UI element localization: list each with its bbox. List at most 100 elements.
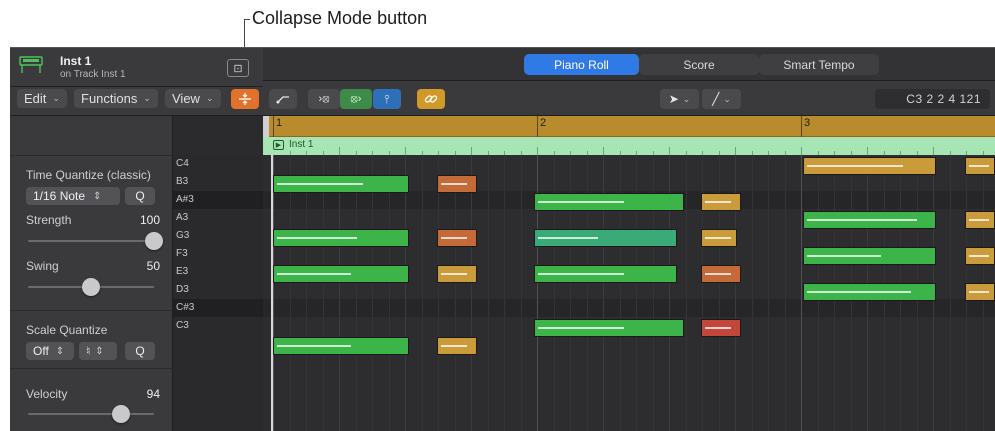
- link-icon: [424, 95, 438, 103]
- grid-line: [422, 155, 423, 431]
- midi-note[interactable]: [965, 157, 995, 175]
- midi-note[interactable]: [534, 193, 684, 211]
- articulation-out-button[interactable]: ›⦻: [308, 89, 340, 109]
- midi-note[interactable]: [437, 265, 477, 283]
- edit-menu-button[interactable]: Edit ⌄: [17, 89, 67, 108]
- region-lane[interactable]: ▶ Inst 1: [263, 137, 995, 155]
- grid-line: [389, 155, 390, 431]
- key-a3[interactable]: A3: [173, 209, 263, 227]
- bar-number: 3: [804, 117, 811, 129]
- key-d3[interactable]: D3: [173, 281, 263, 299]
- midi-note[interactable]: [437, 175, 477, 193]
- grid-line: [950, 155, 951, 431]
- swing-slider[interactable]: [28, 278, 154, 296]
- grid-line: [356, 155, 357, 431]
- key-asharp3[interactable]: A#3: [173, 191, 263, 209]
- time-quantize-value: 1/16 Note: [33, 189, 86, 203]
- tab-score[interactable]: Score: [639, 54, 759, 75]
- grid-line: [455, 155, 456, 431]
- swing-slider-knob[interactable]: [82, 278, 100, 296]
- pointer-tool-menu[interactable]: ➤ ⌄: [660, 89, 699, 109]
- midi-note[interactable]: [965, 283, 995, 301]
- midi-note[interactable]: [701, 265, 741, 283]
- playhead-handle[interactable]: [263, 116, 269, 138]
- midi-note[interactable]: [273, 265, 409, 283]
- note-velocity-line: [705, 327, 731, 329]
- bar-tick: [801, 116, 802, 137]
- midi-note[interactable]: [803, 247, 936, 265]
- functions-menu-button[interactable]: Functions ⌄: [74, 89, 158, 108]
- edit-menu-label: Edit: [24, 91, 47, 106]
- velocity-slider-knob[interactable]: [112, 405, 131, 423]
- quantize-button[interactable]: ⫯: [373, 89, 401, 109]
- note-velocity-line: [538, 327, 624, 329]
- midi-out-button[interactable]: [269, 89, 297, 109]
- tab-piano-roll[interactable]: Piano Roll: [524, 54, 639, 75]
- piano-roll-window: Piano Roll Score Smart Tempo Edit ⌄ Funct…: [10, 47, 995, 431]
- note-velocity-line: [807, 165, 903, 167]
- midi-note[interactable]: [534, 229, 677, 247]
- scale-off-select[interactable]: Off ⇕: [26, 342, 74, 360]
- key-e3[interactable]: E3: [173, 263, 263, 281]
- track-name: Inst 1: [60, 54, 92, 68]
- region-tick: [735, 147, 736, 155]
- midi-note[interactable]: [803, 283, 936, 301]
- strength-slider-knob[interactable]: [145, 232, 163, 250]
- note-grid[interactable]: [263, 155, 995, 431]
- scale-mode-select[interactable]: ♮ ⇕: [79, 342, 117, 360]
- region-tick: [933, 147, 934, 155]
- midi-note[interactable]: [273, 229, 409, 247]
- pointer-icon: ➤: [668, 92, 679, 106]
- time-quantize-q-button[interactable]: Q: [125, 187, 155, 205]
- midi-note[interactable]: [534, 265, 677, 283]
- updown-icon: ⇕: [55, 345, 65, 357]
- midi-note[interactable]: [437, 337, 477, 355]
- note-velocity-line: [969, 255, 989, 257]
- grid-line: [438, 155, 439, 431]
- note-velocity-line: [441, 237, 467, 239]
- key-csharp3[interactable]: C#3: [173, 299, 263, 317]
- region-label: Inst 1: [289, 139, 314, 150]
- scale-quantize-q-button[interactable]: Q: [125, 342, 155, 360]
- key-c4[interactable]: C4: [173, 155, 263, 173]
- midi-note[interactable]: [965, 211, 995, 229]
- tab-smart-tempo[interactable]: Smart Tempo: [759, 54, 879, 75]
- key-g3[interactable]: G3: [173, 227, 263, 245]
- midi-note[interactable]: [437, 229, 477, 247]
- tray-icon: ⊡: [233, 62, 243, 75]
- midi-note[interactable]: [534, 319, 684, 337]
- midi-note[interactable]: [803, 157, 936, 175]
- time-quantize-select[interactable]: 1/16 Note ⇕: [26, 187, 120, 205]
- midi-note[interactable]: [803, 211, 936, 229]
- grid-line: [686, 155, 687, 431]
- bar-number: 2: [540, 117, 547, 129]
- midi-note[interactable]: [701, 193, 741, 211]
- note-velocity-line: [969, 165, 989, 167]
- collapse-mode-icon: [239, 93, 251, 105]
- strength-slider[interactable]: [28, 232, 163, 250]
- velocity-slider[interactable]: [28, 405, 154, 423]
- midi-note[interactable]: [965, 247, 995, 265]
- link-button[interactable]: [417, 89, 445, 109]
- midi-note[interactable]: [701, 229, 737, 247]
- updown-icon: ⇕: [93, 190, 102, 202]
- key-f3[interactable]: F3: [173, 245, 263, 263]
- view-menu-button[interactable]: View ⌄: [165, 89, 221, 108]
- key-c3[interactable]: C3: [173, 317, 263, 335]
- collapse-mode-button[interactable]: [231, 89, 259, 109]
- region-name: ▶ Inst 1: [273, 139, 313, 150]
- bar-ruler[interactable]: 1 2 3: [263, 116, 995, 137]
- midi-note[interactable]: [273, 337, 409, 355]
- catch-playhead-button[interactable]: ⊡: [227, 59, 249, 77]
- note-velocity-line: [277, 237, 357, 239]
- inspector-panel: Time Quantize (classic) 1/16 Note ⇕ Q St…: [10, 116, 173, 431]
- note-velocity-line: [538, 237, 598, 239]
- grid-line: [339, 155, 340, 431]
- key-b3[interactable]: B3: [173, 173, 263, 191]
- pencil-tool-menu[interactable]: ╱ ⌄: [702, 89, 741, 109]
- pencil-icon: ╱: [712, 92, 720, 106]
- midi-note[interactable]: [701, 319, 741, 337]
- note-velocity-line: [705, 237, 731, 239]
- articulation-in-button[interactable]: ⦻›: [340, 89, 372, 109]
- midi-note[interactable]: [273, 175, 409, 193]
